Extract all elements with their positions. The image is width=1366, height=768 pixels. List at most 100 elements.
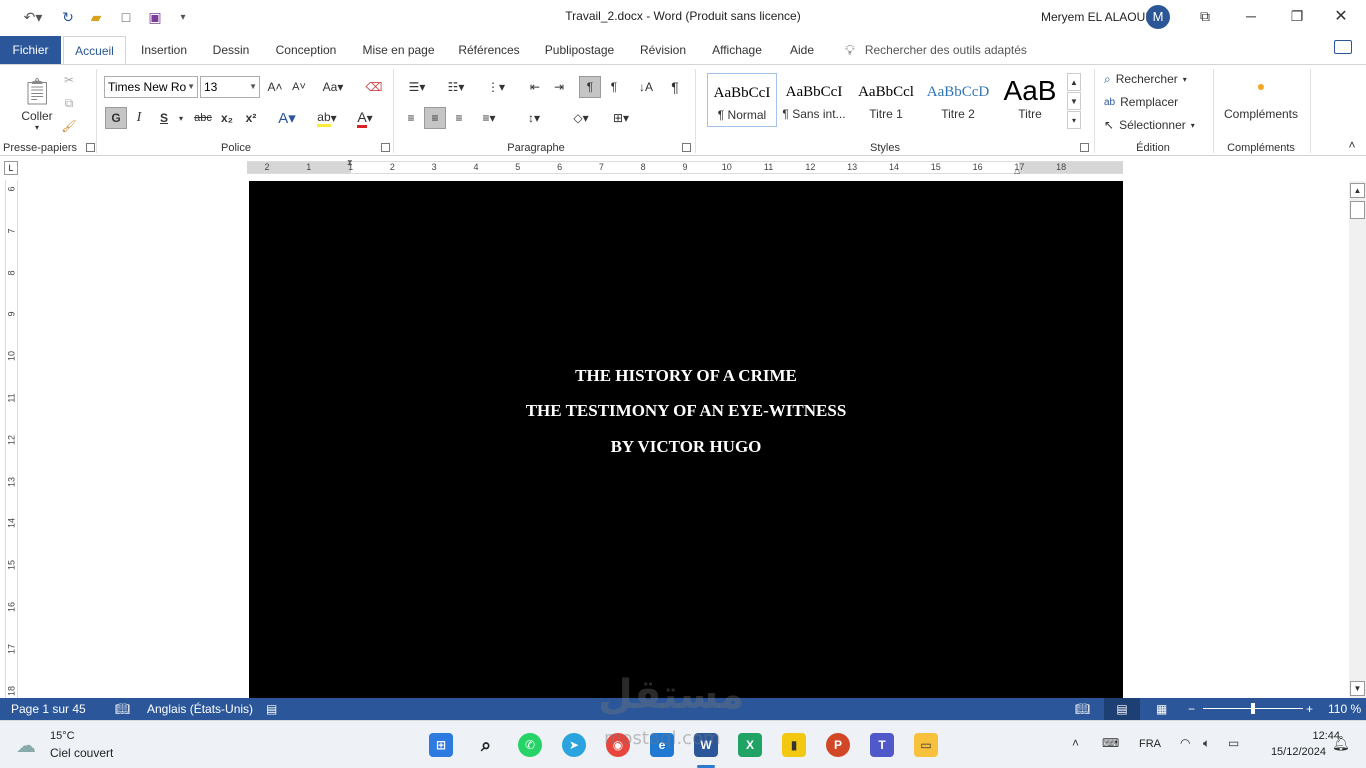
highlight-color-icon[interactable]: ab ▾: [310, 107, 344, 129]
zoom-in-icon[interactable]: +: [1306, 702, 1313, 716]
teams-icon[interactable]: T: [870, 733, 894, 757]
style-no-spacing[interactable]: AaBbCcI ¶ Sans int...: [779, 73, 849, 127]
sort-icon[interactable]: ↓A: [634, 76, 658, 98]
show-hidden-icons-icon[interactable]: ˄: [1072, 736, 1079, 750]
comments-icon[interactable]: [1334, 40, 1352, 54]
multilevel-list-icon[interactable]: ⋮▾: [480, 76, 512, 98]
scroll-thumb[interactable]: [1350, 201, 1365, 219]
align-right-icon[interactable]: ≡: [448, 107, 470, 129]
tab-references[interactable]: Références: [453, 36, 525, 64]
line-spacing-icon[interactable]: ↕▾: [518, 107, 550, 129]
font-color-icon[interactable]: A ▾: [348, 107, 382, 129]
grow-font-icon[interactable]: A˄: [265, 76, 285, 98]
tab-review[interactable]: Révision: [633, 36, 693, 64]
shrink-font-icon[interactable]: A˅: [289, 76, 309, 98]
tab-insert[interactable]: Insertion: [134, 36, 194, 64]
horizontal-ruler[interactable]: 2 1 1 2 3 4 5 6 7 8 9 10 11 12 13 14 15 16 17 18: [247, 161, 1123, 174]
increase-indent-icon[interactable]: ⇥: [548, 76, 570, 98]
powerpoint-icon[interactable]: P: [826, 733, 850, 757]
tab-selector-icon[interactable]: L: [4, 161, 18, 175]
copy-icon[interactable]: ⧉: [58, 92, 80, 114]
font-size-combo[interactable]: 13 ▼: [200, 76, 260, 98]
clipboard-launcher-icon[interactable]: [86, 143, 95, 152]
tab-view[interactable]: Affichage: [704, 36, 770, 64]
telegram-icon[interactable]: ➤: [562, 733, 586, 757]
select-button[interactable]: ↖ Sélectionner ▾: [1104, 114, 1204, 136]
zoom-level[interactable]: 110 %: [1328, 702, 1361, 716]
indent-marker-icon[interactable]: ⧗: [347, 158, 357, 178]
zoom-out-icon[interactable]: −: [1188, 702, 1195, 716]
font-name-combo[interactable]: Times New Ro ▼: [104, 76, 198, 98]
align-center-icon[interactable]: ≡: [424, 107, 446, 129]
styles-scroll-up-icon[interactable]: ▲: [1067, 73, 1081, 91]
whatsapp-icon[interactable]: ✆: [518, 733, 542, 757]
minimize-icon[interactable]: ─: [1236, 4, 1266, 28]
input-language[interactable]: FRA: [1139, 738, 1161, 750]
user-name[interactable]: Meryem EL ALAOUI: [1041, 10, 1149, 24]
paragraph-launcher-icon[interactable]: [682, 143, 691, 152]
language-status[interactable]: Anglais (États-Unis): [147, 702, 253, 716]
proofing-icon[interactable]: 📖︎: [115, 702, 130, 716]
show-formatting-marks-icon[interactable]: ¶: [664, 76, 686, 98]
find-button[interactable]: ⌕ Rechercher ▾: [1104, 68, 1204, 90]
zoom-slider[interactable]: [1203, 703, 1303, 714]
bold-button[interactable]: G: [105, 107, 127, 129]
tab-design[interactable]: Conception: [268, 36, 344, 64]
change-case-button[interactable]: Aa ▾: [316, 76, 350, 98]
underline-dropdown-icon[interactable]: ▾: [175, 107, 187, 129]
shading-icon[interactable]: ◇▾: [564, 107, 598, 129]
italic-button[interactable]: I: [130, 107, 148, 129]
styles-more-icon[interactable]: ▾: [1067, 111, 1081, 129]
clock-time[interactable]: 12:44: [1280, 730, 1340, 742]
notifications-icon[interactable]: 🔔︎: [1332, 735, 1350, 752]
numbering-icon[interactable]: ☷▾: [440, 76, 472, 98]
tab-mailings[interactable]: Publipostage: [537, 36, 622, 64]
keyboard-icon[interactable]: ⌨: [1102, 736, 1119, 750]
tab-help[interactable]: Aide: [781, 36, 823, 64]
replace-button[interactable]: ab Remplacer: [1104, 91, 1204, 113]
vertical-ruler[interactable]: 6 7 8 9 10 11 12 13 14 15 16 17 18: [5, 180, 18, 698]
paste-dropdown-icon[interactable]: ▾: [28, 121, 46, 133]
document-page[interactable]: THE HISTORY OF A CRIME THE TESTIMONY OF …: [249, 181, 1123, 698]
file-explorer-icon[interactable]: ▭: [914, 733, 938, 757]
accessibility-icon[interactable]: ▤: [266, 702, 277, 716]
text-effects-icon[interactable]: A▾: [272, 107, 302, 129]
print-layout-icon[interactable]: ▤: [1104, 698, 1140, 720]
clear-formatting-icon[interactable]: ⌫: [362, 76, 386, 98]
style-normal[interactable]: AaBbCcI ¶ Normal: [707, 73, 777, 127]
bullets-icon[interactable]: ☰▾: [402, 76, 432, 98]
justify-icon[interactable]: ≡▾: [472, 107, 506, 129]
avatar[interactable]: M: [1146, 5, 1170, 29]
rtl-direction-icon[interactable]: ¶: [603, 76, 625, 98]
scroll-up-icon[interactable]: ▲: [1350, 183, 1365, 198]
style-heading-1[interactable]: AaBbCcl Titre 1: [851, 73, 921, 127]
font-launcher-icon[interactable]: [381, 143, 390, 152]
tell-me-search[interactable]: 💡︎ Rechercher des outils adaptés: [845, 36, 1027, 64]
right-indent-marker-icon[interactable]: △: [1014, 166, 1024, 176]
zoom-slider-thumb[interactable]: [1251, 703, 1255, 714]
collapse-ribbon-icon[interactable]: ˄: [1342, 137, 1362, 153]
superscript-button[interactable]: x²: [241, 107, 261, 129]
styles-scroll-down-icon[interactable]: ▼: [1067, 92, 1081, 110]
document-author[interactable]: BY VICTOR HUGO: [249, 437, 1123, 457]
format-painter-icon[interactable]: 🖌︎: [58, 115, 80, 137]
web-layout-icon[interactable]: ▦: [1156, 702, 1167, 716]
vertical-scrollbar[interactable]: ▲ ▼: [1349, 181, 1366, 698]
weather-description[interactable]: Ciel couvert: [50, 746, 113, 760]
strikethrough-button[interactable]: abc: [192, 107, 214, 129]
ribbon-display-options-icon[interactable]: ⧉: [1190, 4, 1220, 28]
powerbi-icon[interactable]: ▮: [782, 733, 806, 757]
cloud-icon[interactable]: ☁: [16, 733, 44, 757]
wifi-icon[interactable]: ◠: [1180, 736, 1190, 750]
scroll-down-icon[interactable]: ▼: [1350, 681, 1365, 696]
battery-icon[interactable]: ▭: [1228, 736, 1239, 750]
clock-date[interactable]: 15/12/2024: [1258, 746, 1326, 758]
cut-icon[interactable]: ✂: [58, 69, 80, 91]
tab-file[interactable]: Fichier: [0, 36, 61, 64]
tab-draw[interactable]: Dessin: [205, 36, 257, 64]
document-title[interactable]: THE HISTORY OF A CRIME: [249, 366, 1123, 386]
excel-icon[interactable]: X: [738, 733, 762, 757]
weather-temperature[interactable]: 15°C: [50, 730, 75, 742]
tab-layout[interactable]: Mise en page: [356, 36, 441, 64]
close-icon[interactable]: ✕: [1326, 4, 1356, 28]
